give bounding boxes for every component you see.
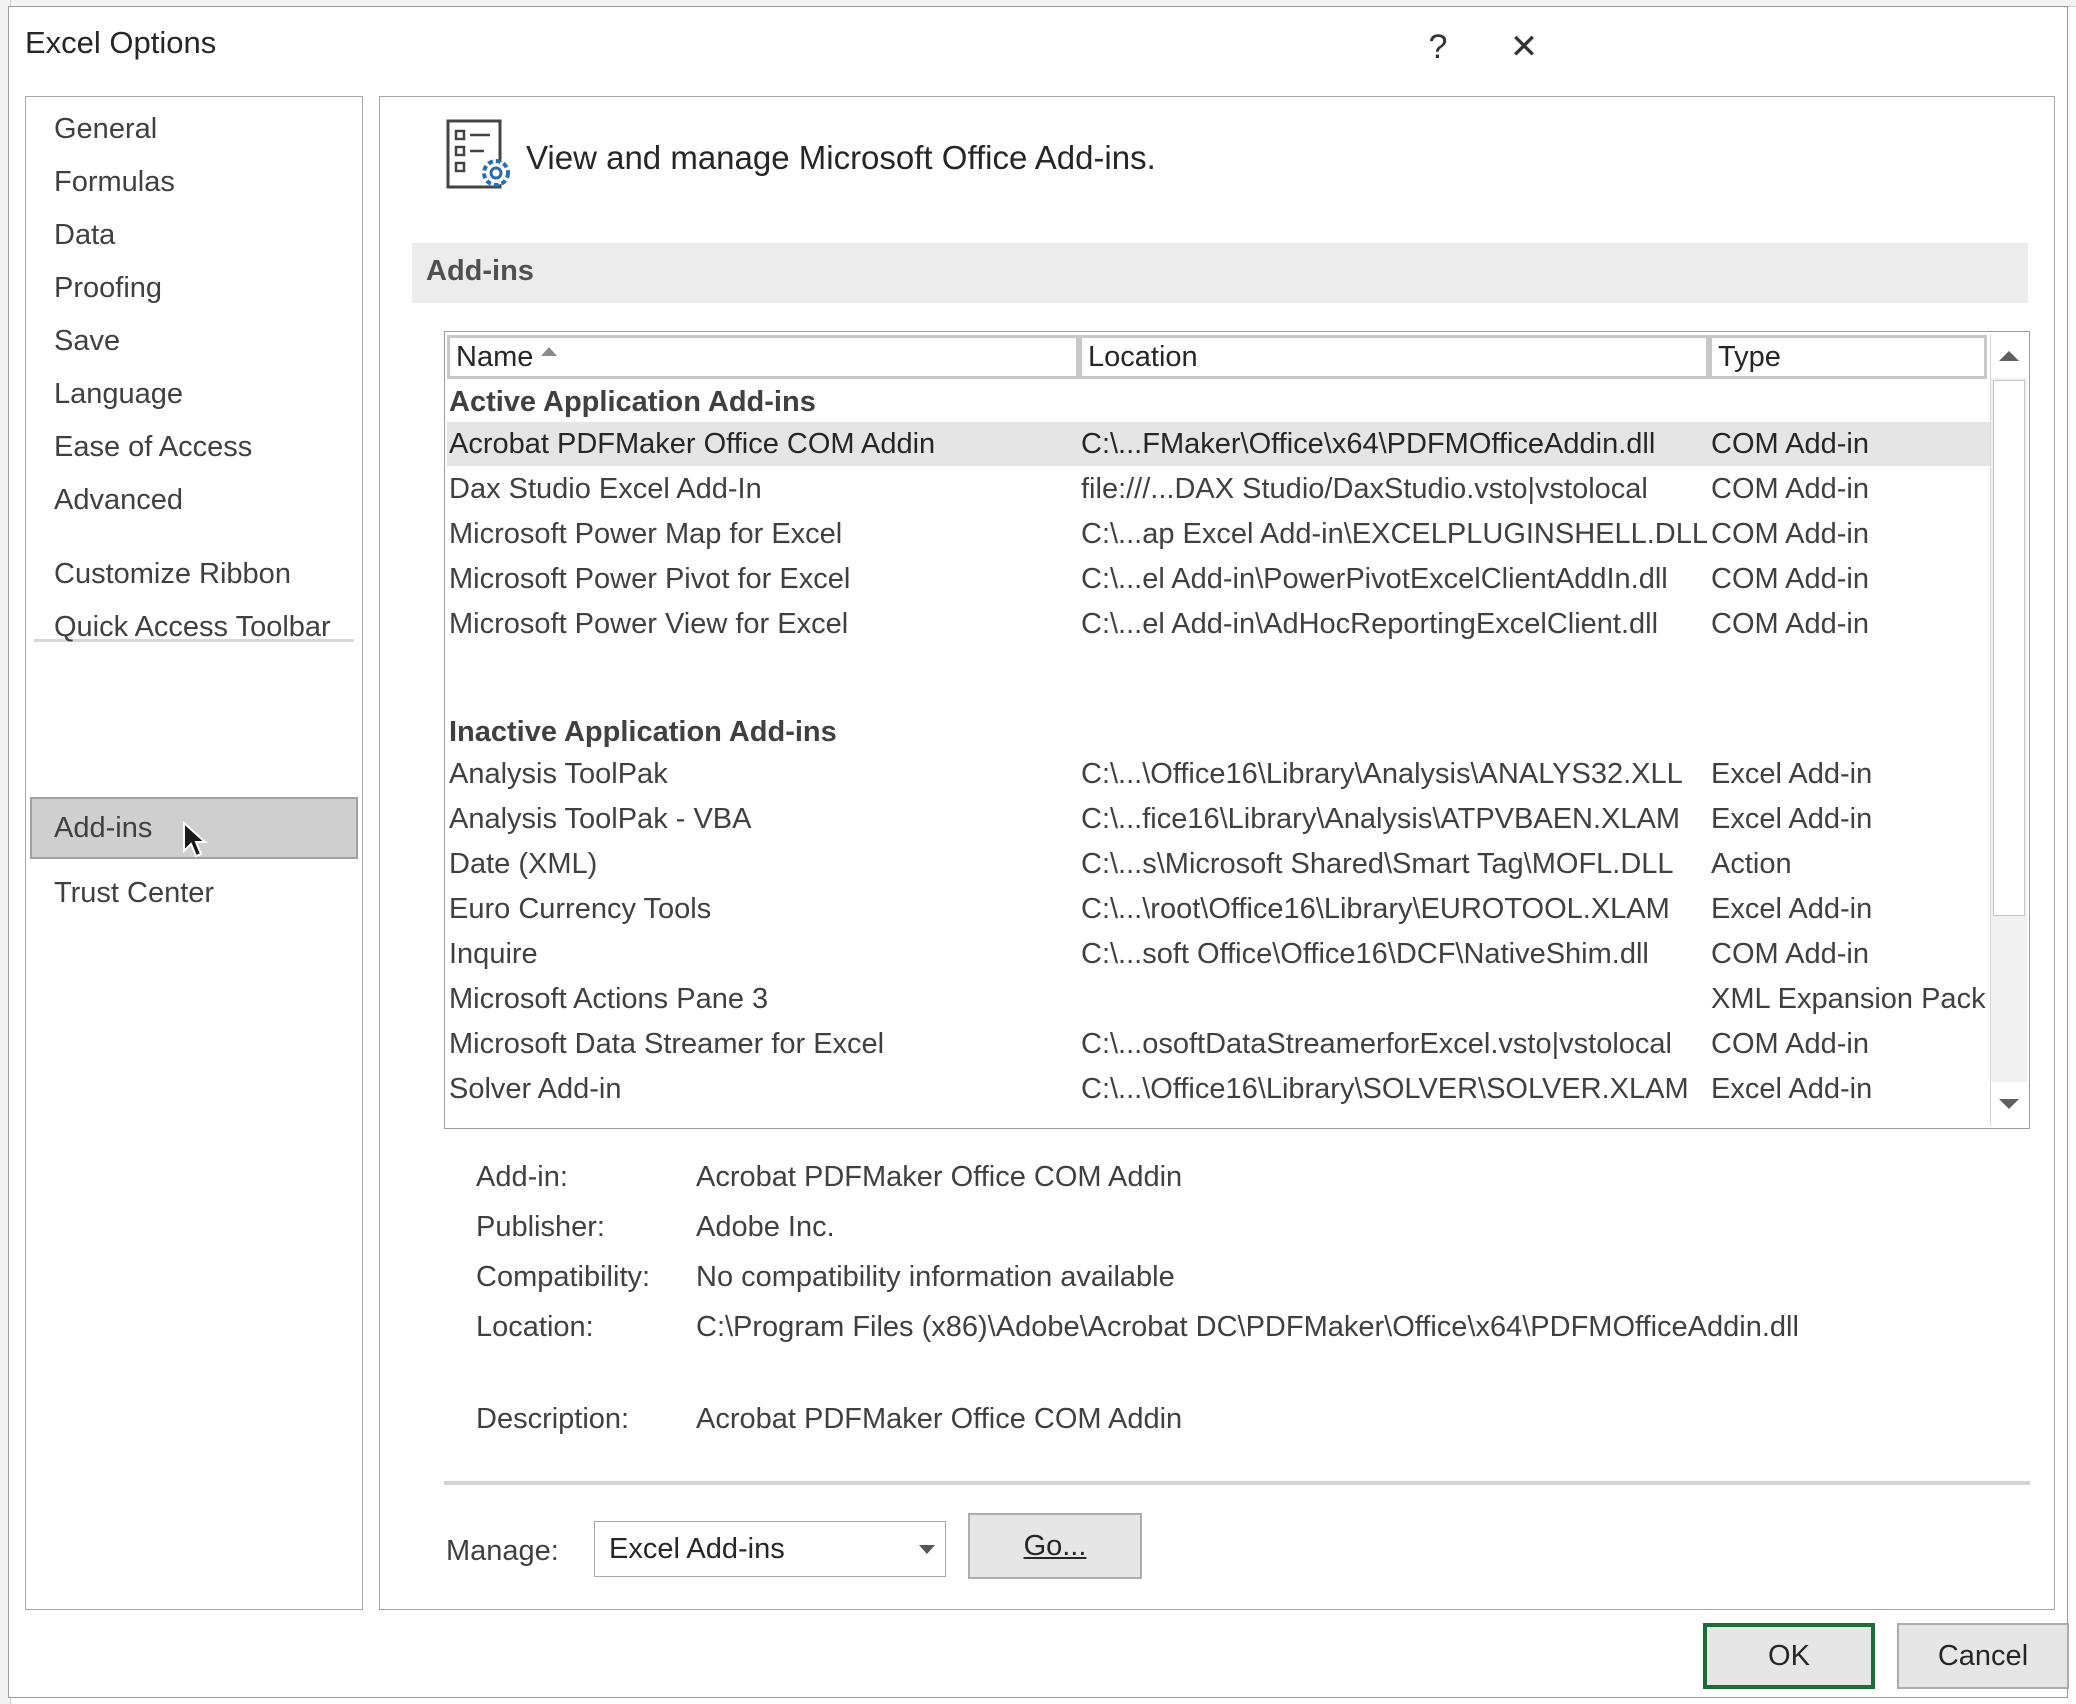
section-title: Add-ins xyxy=(426,255,534,287)
cell-type: COM Add-in xyxy=(1711,518,1869,550)
group-title-inactive: Inactive Application Add-ins xyxy=(449,716,837,748)
column-header-name[interactable]: Name xyxy=(447,335,1079,379)
cell-type: COM Add-in xyxy=(1711,473,1869,505)
table-row[interactable]: Microsoft Actions Pane 3 XML Expansion P… xyxy=(447,977,2011,1021)
table-row[interactable]: Date (XML) C:\...s\Microsoft Shared\Smar… xyxy=(447,842,2011,886)
table-row[interactable]: Solver Add-in C:\...\Office16\Library\SO… xyxy=(447,1067,2011,1111)
table-row[interactable]: Microsoft Power Pivot for Excel C:\...el… xyxy=(447,557,2011,601)
cell-name: Inquire xyxy=(449,938,538,970)
detail-value-compatibility: No compatibility information available xyxy=(696,1261,1175,1293)
cell-type: XML Expansion Pack xyxy=(1711,983,1986,1015)
cell-location: C:\...ap Excel Add-in\EXCELPLUGINSHELL.D… xyxy=(1081,518,1709,550)
cell-name: Dax Studio Excel Add-In xyxy=(449,473,762,505)
section-header: Add-ins xyxy=(412,243,2028,303)
cell-location: C:\...\root\Office16\Library\EUROTOOL.XL… xyxy=(1081,893,1670,925)
column-header-label: Name xyxy=(456,341,534,373)
cell-type: Action xyxy=(1711,848,1792,880)
detail-value-publisher: Adobe Inc. xyxy=(696,1211,835,1243)
cell-name: Acrobat PDFMaker Office COM Addin xyxy=(449,428,936,460)
sort-ascending-icon xyxy=(541,346,558,356)
detail-value-addin: Acrobat PDFMaker Office COM Addin xyxy=(696,1161,1183,1193)
cell-location: C:\...soft Office\Office16\DCF\NativeShi… xyxy=(1081,938,1649,970)
excel-options-dialog: Excel Options ? ✕ General Formulas Data … xyxy=(8,6,2069,1698)
cell-name: Solver Add-in xyxy=(449,1073,622,1105)
list-scrollbar[interactable] xyxy=(1990,334,2027,1126)
close-button[interactable]: ✕ xyxy=(1489,17,1559,77)
cell-name: Microsoft Power View for Excel xyxy=(449,608,849,640)
help-button[interactable]: ? xyxy=(1403,17,1473,77)
scroll-down-button[interactable] xyxy=(1991,1082,2027,1126)
cell-location: C:\...s\Microsoft Shared\Smart Tag\MOFL.… xyxy=(1081,848,1674,880)
chevron-down-icon xyxy=(919,1545,935,1554)
cell-type: Excel Add-in xyxy=(1711,758,1873,790)
cell-type: Excel Add-in xyxy=(1711,893,1873,925)
cell-type: COM Add-in xyxy=(1711,428,1869,460)
cell-name: Microsoft Actions Pane 3 xyxy=(449,983,769,1015)
detail-label-description: Description: xyxy=(476,1403,630,1435)
column-header-type[interactable]: Type xyxy=(1709,335,1987,379)
cell-location: C:\...el Add-in\PowerPivotExcelClientAdd… xyxy=(1081,563,1668,595)
cell-name: Date (XML) xyxy=(449,848,598,880)
cell-location: C:\...\Office16\Library\SOLVER\SOLVER.XL… xyxy=(1081,1073,1689,1105)
group-title-active: Active Application Add-ins xyxy=(449,386,816,418)
cell-location: C:\...osoftDataStreamerforExcel.vsto|vst… xyxy=(1081,1028,1672,1060)
table-row[interactable]: Analysis ToolPak C:\...\Office16\Library… xyxy=(447,752,2011,796)
go-button[interactable]: Go... xyxy=(968,1513,1142,1579)
addins-panel: View and manage Microsoft Office Add-ins… xyxy=(379,96,2055,1610)
nav-item-advanced[interactable]: Advanced xyxy=(30,469,358,531)
table-row[interactable]: Acrobat PDFMaker Office COM Addin C:\...… xyxy=(447,422,2011,466)
manage-label: Manage: xyxy=(446,1535,559,1567)
cell-name: Microsoft Power Map for Excel xyxy=(449,518,843,550)
table-row[interactable]: Analysis ToolPak - VBA C:\...fice16\Libr… xyxy=(447,797,2011,841)
detail-value-description: Acrobat PDFMaker Office COM Addin xyxy=(696,1403,1183,1435)
cell-location: C:\...el Add-in\AdHocReportingExcelClien… xyxy=(1081,608,1659,640)
dialog-title: Excel Options xyxy=(25,25,217,60)
cell-name: Analysis ToolPak - VBA xyxy=(449,803,752,835)
detail-value-location: C:\Program Files (x86)\Adobe\Acrobat DC\… xyxy=(696,1311,1799,1343)
table-row[interactable]: Microsoft Data Streamer for Excel C:\...… xyxy=(447,1022,2011,1066)
cancel-button[interactable]: Cancel xyxy=(1897,1623,2069,1689)
chevron-up-icon xyxy=(1999,351,2019,361)
cell-name: Euro Currency Tools xyxy=(449,893,712,925)
table-row[interactable]: Dax Studio Excel Add-In file:///...DAX S… xyxy=(447,467,2011,511)
panel-heading: View and manage Microsoft Office Add-ins… xyxy=(526,139,1156,176)
cell-location: C:\...FMaker\Office\x64\PDFMOfficeAddin.… xyxy=(1081,428,1656,460)
detail-label-compatibility: Compatibility: xyxy=(476,1261,651,1293)
cell-location: C:\...\Office16\Library\Analysis\ANALYS3… xyxy=(1081,758,1683,790)
cell-name: Analysis ToolPak xyxy=(449,758,668,790)
manage-dropdown[interactable]: Excel Add-ins xyxy=(594,1521,946,1577)
options-nav: General Formulas Data Proofing Save Lang… xyxy=(25,96,363,1610)
cell-type: COM Add-in xyxy=(1711,938,1869,970)
nav-item-trust-center[interactable]: Trust Center xyxy=(30,862,358,924)
addins-list[interactable]: Name Location Type Active Application Ad… xyxy=(444,331,2030,1129)
nav-item-quick-access-toolbar[interactable]: Quick Access Toolbar xyxy=(30,596,358,658)
table-row[interactable]: Euro Currency Tools C:\...\root\Office16… xyxy=(447,887,2011,931)
cell-type: Excel Add-in xyxy=(1711,1073,1873,1105)
detail-label-addin: Add-in: xyxy=(476,1161,568,1193)
table-row[interactable]: Microsoft Power View for Excel C:\...el … xyxy=(447,602,2011,646)
cell-type: COM Add-in xyxy=(1711,608,1869,640)
cell-location: file:///...DAX Studio/DaxStudio.vsto|vst… xyxy=(1081,473,1648,505)
ok-button[interactable]: OK xyxy=(1703,1623,1875,1689)
cell-name: Microsoft Power Pivot for Excel xyxy=(449,563,851,595)
table-row[interactable]: Microsoft Power Map for Excel C:\...ap E… xyxy=(447,512,2011,556)
cell-type: Excel Add-in xyxy=(1711,803,1873,835)
chevron-down-icon xyxy=(1999,1099,2019,1109)
detail-label-location: Location: xyxy=(476,1311,594,1343)
cell-location: C:\...fice16\Library\Analysis\ATPVBAEN.X… xyxy=(1081,803,1681,835)
panel-divider xyxy=(444,1481,2030,1485)
addins-settings-icon xyxy=(446,119,510,189)
cell-type: COM Add-in xyxy=(1711,563,1869,595)
nav-item-add-ins[interactable]: Add-ins xyxy=(30,797,358,859)
scroll-up-button[interactable] xyxy=(1991,334,2027,378)
mouse-pointer-icon xyxy=(183,821,208,858)
column-header-location[interactable]: Location xyxy=(1079,335,1709,379)
table-row[interactable]: Inquire C:\...soft Office\Office16\DCF\N… xyxy=(447,932,2011,976)
manage-dropdown-value: Excel Add-ins xyxy=(609,1533,785,1565)
detail-label-publisher: Publisher: xyxy=(476,1211,605,1243)
cell-type: COM Add-in xyxy=(1711,1028,1869,1060)
nav-item-label: Add-ins xyxy=(54,812,153,844)
cell-name: Microsoft Data Streamer for Excel xyxy=(449,1028,885,1060)
scrollbar-thumb[interactable] xyxy=(1993,380,2025,916)
